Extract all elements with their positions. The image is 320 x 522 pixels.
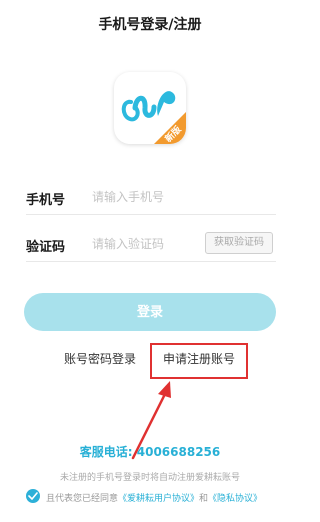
- phone-row: 手机号: [26, 181, 276, 215]
- register-link[interactable]: 申请注册账号: [163, 350, 235, 367]
- privacy-agreement-link[interactable]: 《隐私协议》: [208, 494, 262, 504]
- service-number[interactable]: 4006688256: [137, 445, 221, 459]
- password-login-link[interactable]: 账号密码登录: [64, 350, 136, 367]
- phone-input[interactable]: [92, 185, 272, 209]
- code-label: 验证码: [26, 240, 66, 255]
- user-agreement-link[interactable]: 《爱耕耘用户协议》: [118, 494, 199, 504]
- agreement-prefix: 且代表您已经同意: [46, 494, 119, 504]
- phone-label: 手机号: [26, 193, 66, 208]
- service-phone: 客服电话: 4006688256: [0, 443, 300, 460]
- login-button[interactable]: 登录: [24, 293, 276, 331]
- checkbox-checked-icon[interactable]: [26, 489, 40, 503]
- get-code-button[interactable]: 获取验证码: [205, 232, 273, 254]
- agreement-and: 和: [199, 494, 209, 504]
- app-logo-icon: 新版: [114, 72, 186, 144]
- page-title: 手机号登录/注册: [98, 17, 202, 33]
- agreement-row: 且代表您已经同意《爱耕耘用户协议》和《隐私协议》: [26, 489, 286, 505]
- code-input[interactable]: [92, 232, 202, 256]
- register-notice: 未注册的手机号登录时将自动注册爱耕耘账号: [59, 473, 240, 483]
- agreement-text: 且代表您已经同意《爱耕耘用户协议》和《隐私协议》: [46, 491, 262, 504]
- service-label: 客服电话:: [79, 445, 133, 459]
